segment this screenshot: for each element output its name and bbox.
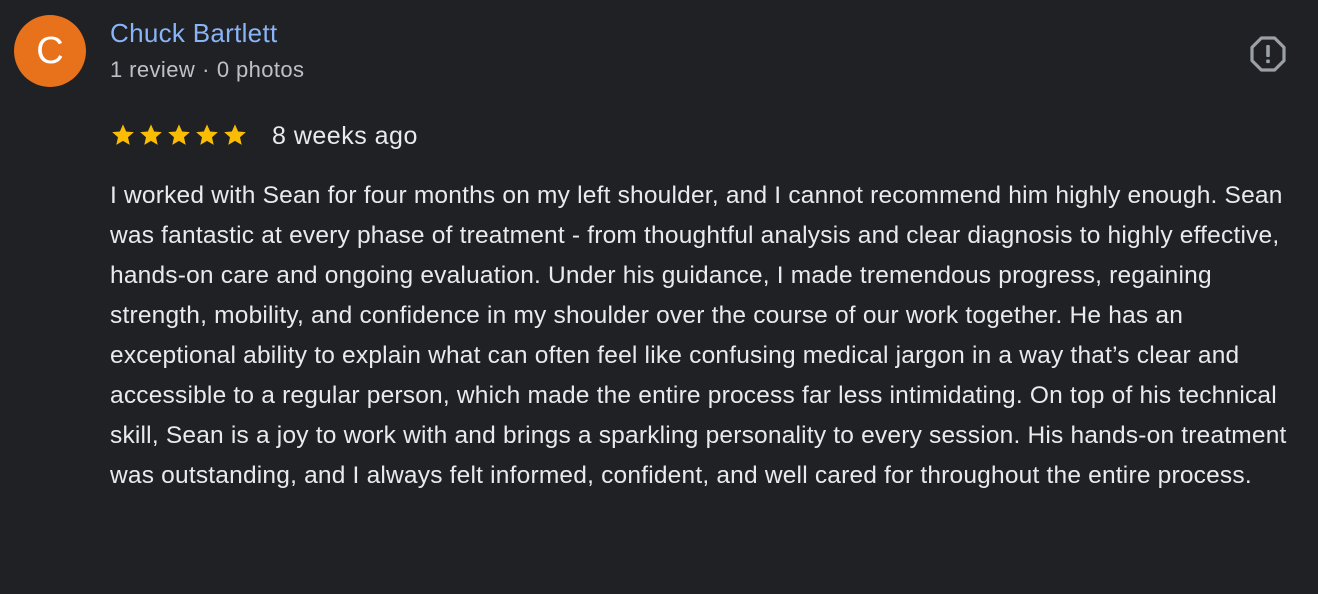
- star-icon: [112, 124, 134, 145]
- report-review-button[interactable]: [1248, 34, 1288, 74]
- photos-count: 0 photos: [216, 57, 305, 82]
- star-rating: [110, 122, 248, 148]
- star-icon: [168, 124, 190, 145]
- star-icon: [140, 124, 162, 145]
- rating-row: 8 weeks ago: [110, 120, 418, 152]
- reviewer-name-link[interactable]: Chuck Bartlett: [110, 16, 278, 50]
- review-age: 8 weeks ago: [272, 121, 418, 150]
- star-icon: [224, 124, 246, 145]
- report-flag-icon: [1250, 36, 1286, 72]
- reviews-count: 1 review: [110, 57, 196, 82]
- review-text: I worked with Sean for four months on my…: [110, 182, 1287, 489]
- meta-separator: ·: [202, 57, 210, 82]
- avatar[interactable]: C: [14, 15, 86, 87]
- star-icon: [196, 124, 218, 145]
- reviewer-meta: 1 review · 0 photos: [110, 56, 304, 84]
